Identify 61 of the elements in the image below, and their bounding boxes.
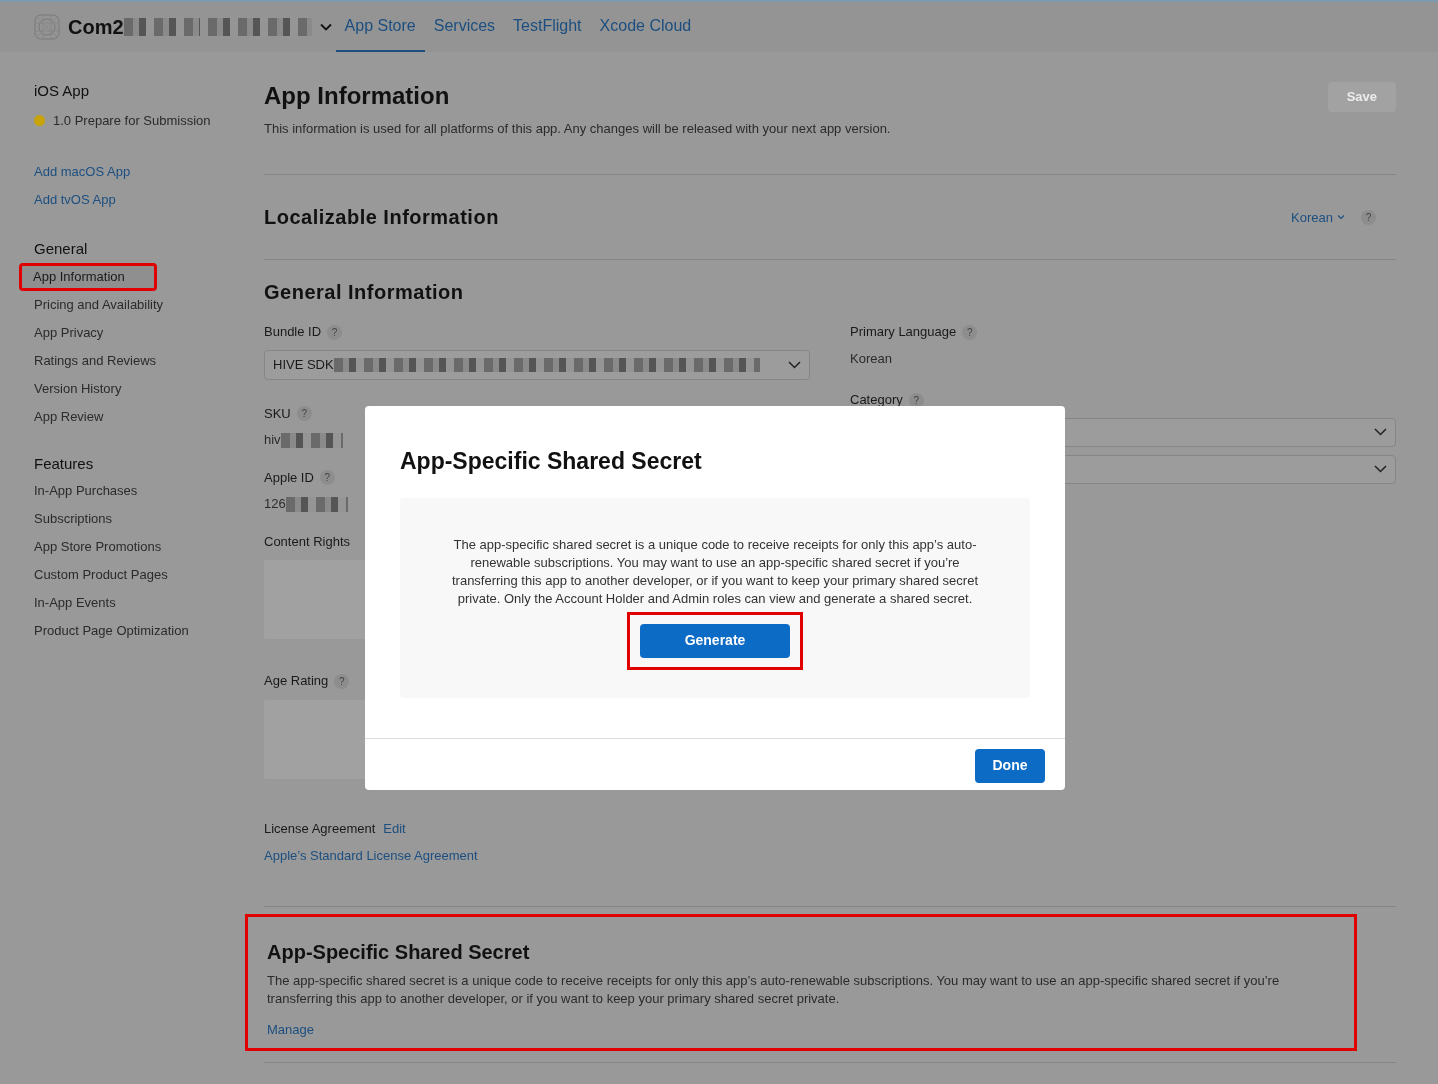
nav-tab[interactable]: Services bbox=[424, 2, 505, 52]
nav-tab[interactable]: App Store bbox=[335, 2, 425, 52]
chevron-down-icon bbox=[1374, 465, 1387, 474]
section-heading: General Information bbox=[264, 280, 465, 305]
sidebar-heading: General bbox=[34, 239, 89, 259]
sidebar-item[interactable]: Subscriptions bbox=[20, 505, 240, 533]
page-description: This information is used for all platforms of this app. Any changes will be released with your next app version. bbox=[264, 119, 891, 138]
dialog-title: App-Specific Shared Secret bbox=[399, 447, 703, 476]
field-label: Content Rights bbox=[264, 532, 350, 551]
chevron-down-icon bbox=[1374, 428, 1387, 437]
sidebar-item[interactable]: Pricing and Availability bbox=[20, 290, 240, 319]
help-button[interactable]: ? bbox=[334, 673, 350, 689]
app-platform-title: iOS App bbox=[34, 81, 91, 101]
sidebar-item[interactable]: In-App Events bbox=[20, 589, 240, 617]
section-heading: App-Specific Shared Secret bbox=[267, 939, 531, 964]
section-description: The app-specific shared secret is a unique code to receive receipts for only this app’s auto-renewable subscriptions. You may want to use an app-specific shared secret if you’re transferring this app to another developer, or if you want to keep your primary shared secret private. bbox=[267, 971, 1281, 1008]
help-button[interactable]: ? bbox=[319, 470, 335, 486]
field-label: SKU bbox=[264, 404, 291, 423]
field-value: 126 bbox=[264, 495, 286, 514]
app-grid-icon bbox=[34, 14, 60, 40]
nav-tab[interactable]: Xcode Cloud bbox=[590, 2, 701, 52]
help-button[interactable]: ? bbox=[296, 406, 312, 422]
field-label: Category bbox=[850, 391, 903, 410]
sidebar-item[interactable]: App Information bbox=[19, 262, 157, 291]
sidebar-link[interactable]: Add tvOS App bbox=[34, 186, 240, 214]
field-label: Age Rating bbox=[264, 672, 329, 691]
bundle-id-select[interactable]: HIVE SDK bbox=[264, 349, 810, 380]
version-status: 1.0 Prepare for Submission bbox=[53, 111, 211, 130]
done-button[interactable]: Done bbox=[975, 748, 1045, 783]
sidebar-item[interactable]: In-App Purchases bbox=[20, 477, 240, 505]
field-label: License Agreement bbox=[264, 819, 376, 838]
section-heading: Localizable Information bbox=[264, 205, 499, 230]
sidebar-item[interactable]: Custom Product Pages bbox=[20, 561, 240, 589]
sidebar-item[interactable]: App Store Promotions bbox=[20, 533, 240, 561]
field-label: Bundle ID bbox=[264, 323, 322, 342]
nav-tab[interactable]: TestFlight bbox=[504, 2, 591, 52]
help-button[interactable]: ? bbox=[327, 324, 343, 340]
sidebar-heading: Features bbox=[34, 453, 95, 474]
field-value: hiv bbox=[264, 431, 281, 450]
sidebar-item[interactable]: Product Page Optimization bbox=[20, 617, 240, 645]
edit-link[interactable]: Edit bbox=[383, 818, 406, 839]
field-label: Primary Language bbox=[850, 323, 957, 342]
field-value: Korean bbox=[850, 349, 892, 368]
page-title: App Information bbox=[264, 82, 451, 111]
sidebar-item[interactable]: App Review bbox=[20, 402, 240, 431]
sidebar-item[interactable]: App Privacy bbox=[20, 318, 240, 347]
select-value: HIVE SDK bbox=[273, 356, 334, 375]
license-link[interactable]: Apple’s Standard License Agreement bbox=[264, 846, 478, 866]
team-name: Com2 bbox=[68, 15, 124, 40]
help-button[interactable]: ? bbox=[962, 324, 978, 340]
generate-button[interactable]: Generate bbox=[640, 623, 790, 658]
field-label: Apple ID bbox=[264, 468, 314, 487]
sidebar-item[interactable]: Ratings and Reviews bbox=[20, 346, 240, 375]
chevron-down-icon bbox=[788, 360, 801, 369]
sidebar-link[interactable]: Add macOS App bbox=[34, 158, 240, 186]
chevron-down-icon[interactable] bbox=[319, 23, 332, 31]
help-button[interactable]: ? bbox=[1361, 209, 1376, 225]
manage-link[interactable]: Manage bbox=[267, 1019, 314, 1040]
sidebar-item[interactable]: Version History bbox=[20, 374, 240, 403]
dialog-description: The app-specific shared secret is a unique code to receive receipts for only this app’s auto-renewable subscriptions. You may want to use an app-specific shared secret if you’re transferring this app to another developer, or if you want to keep your primary shared secret private. Only the Account Holder and Admin roles can view and generate a shared secret. bbox=[450, 535, 980, 608]
language-dropdown[interactable]: Korean bbox=[1291, 207, 1345, 228]
